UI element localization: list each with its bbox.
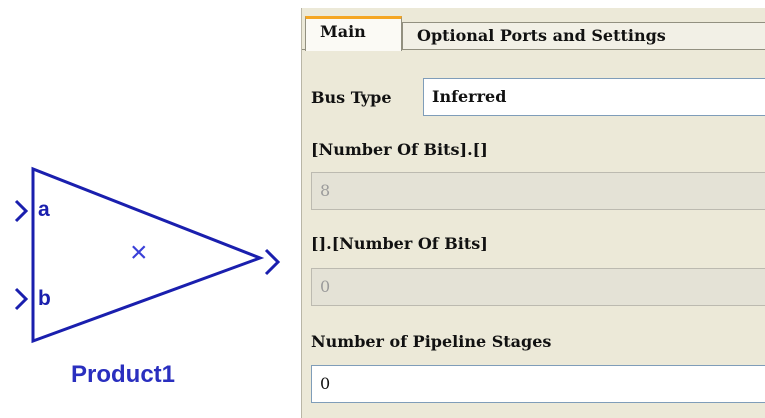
bits-left-label: [Number Of Bits].[] — [311, 140, 488, 159]
bus-type-label: Bus Type — [311, 88, 392, 107]
tab-optional-ports-and-settings[interactable]: Optional Ports and Settings — [402, 22, 765, 50]
multiply-icon: × — [130, 236, 148, 269]
block-name-label[interactable]: Product1 — [71, 361, 175, 389]
product-block[interactable]: a b × Product1 — [0, 0, 300, 414]
main-tab-panel: Bus Type Inferred [Number Of Bits].[] 8 … — [302, 49, 765, 418]
bits-right-field[interactable]: 0 — [311, 268, 765, 306]
port-b-label: b — [38, 287, 51, 310]
tab-bar: Main Optional Ports and Settings — [302, 8, 765, 51]
pipeline-stages-field[interactable]: 0 — [311, 365, 765, 403]
input-port-b-chevron[interactable] — [14, 287, 29, 311]
pipeline-stages-label: Number of Pipeline Stages — [311, 332, 552, 351]
block-parameters-dialog: Main Optional Ports and Settings Bus Typ… — [301, 8, 765, 418]
port-a-label: a — [38, 198, 50, 221]
bus-type-dropdown[interactable]: Inferred — [423, 78, 765, 116]
bits-right-label: [].[Number Of Bits] — [311, 234, 488, 253]
tab-main[interactable]: Main — [305, 16, 402, 51]
output-port-chevron[interactable] — [264, 248, 281, 276]
bits-left-field[interactable]: 8 — [311, 172, 765, 210]
input-port-a-chevron[interactable] — [14, 199, 29, 223]
